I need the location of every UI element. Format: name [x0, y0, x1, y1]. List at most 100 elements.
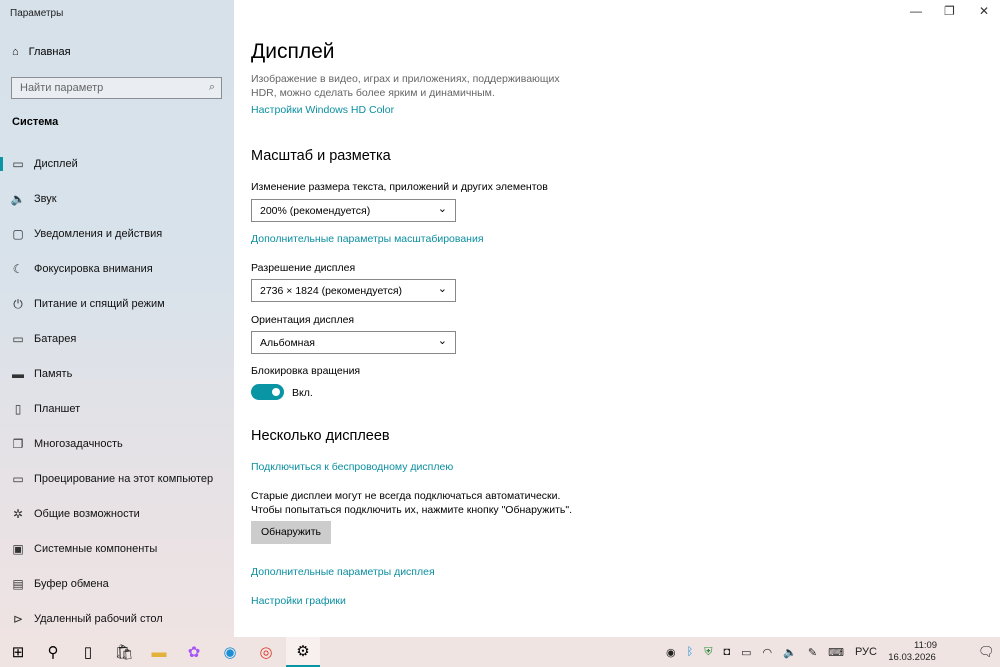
sidebar-item-label: Память: [34, 368, 73, 380]
search-placeholder: Найти параметр: [20, 82, 104, 94]
sidebar-item[interactable]: ▭ Проецирование на этот компьютер: [0, 464, 234, 494]
settings-gear-icon[interactable]: ⚙: [286, 637, 320, 667]
sidebar-item[interactable]: ▭ Дисплей: [0, 149, 234, 179]
sidebar-item-label: Уведомления и действия: [34, 228, 163, 240]
store-icon[interactable]: 🛍: [107, 637, 141, 667]
close-button[interactable]: ✕: [979, 4, 989, 18]
record-icon[interactable]: ◉: [666, 646, 676, 659]
minimize-button[interactable]: —: [910, 4, 922, 18]
multi-display-heading: Несколько дисплеев: [251, 428, 390, 444]
sidebar-item[interactable]: 🔈 Звук: [0, 184, 234, 214]
camera-icon[interactable]: ◘: [723, 646, 730, 658]
sidebar-item-label: Звук: [34, 193, 57, 205]
components-icon: ▣: [12, 542, 24, 556]
sidebar: Параметры ⌂ Главная Найти параметр ⌕ Систе…: [0, 0, 234, 637]
sidebar-item-label: Удаленный рабочий стол: [34, 613, 163, 625]
orientation-value: Альбомная: [260, 337, 315, 349]
scale-dropdown[interactable]: 200% (рекомендуется) ⌄: [251, 199, 456, 222]
file-explorer-icon[interactable]: ▬: [142, 637, 176, 667]
security-shield-icon[interactable]: ⛨: [704, 646, 712, 659]
search-icon: ⌕: [208, 81, 215, 93]
window-title: Параметры: [10, 8, 64, 19]
scale-advanced-link[interactable]: Дополнительные параметры масштабирования: [251, 233, 484, 245]
resolution-dropdown[interactable]: 2736 × 1824 (рекомендуется) ⌄: [251, 279, 456, 302]
sidebar-item[interactable]: ✲ Общие возможности: [0, 499, 234, 529]
remote-icon: ⊳: [12, 612, 24, 626]
detect-button[interactable]: Обнаружить: [251, 521, 331, 544]
wifi-icon[interactable]: ◠: [763, 646, 773, 659]
sidebar-item-label: Питание и спящий режим: [34, 298, 165, 310]
copilot-icon[interactable]: ✿: [177, 637, 211, 667]
sidebar-item[interactable]: ⏻ Питание и спящий режим: [0, 289, 234, 319]
notification-icon: ▢: [12, 227, 24, 241]
sidebar-item[interactable]: ▣ Системные компоненты: [0, 534, 234, 564]
speaker-icon: 🔈: [10, 192, 26, 206]
graphics-settings-link[interactable]: Настройки графики: [251, 595, 346, 607]
main-content: — ❐ ✕ Дисплей Изображение в видео, играх…: [234, 0, 1000, 637]
sidebar-item-label: Дисплей: [34, 158, 78, 170]
clipboard-icon: ▤: [12, 577, 24, 591]
orientation-label: Ориентация дисплея: [251, 314, 355, 326]
search-icon[interactable]: ⚲: [36, 637, 70, 667]
sidebar-item[interactable]: ▢ Уведомления и действия: [0, 219, 234, 249]
volume-icon[interactable]: 🔈: [783, 646, 797, 659]
sidebar-item-label: Проецирование на этот компьютер: [34, 473, 214, 485]
hdr-desc-2: HDR, можно сделать более ярким и динамич…: [251, 87, 495, 99]
search-input[interactable]: Найти параметр ⌕: [11, 77, 222, 99]
hdr-desc-1: Изображение в видео, играх и приложениях…: [251, 73, 560, 85]
sidebar-item[interactable]: ▭ Батарея: [0, 324, 234, 354]
section-title: Система: [12, 116, 59, 128]
advanced-display-link[interactable]: Дополнительные параметры дисплея: [251, 566, 435, 578]
sidebar-item[interactable]: ▬ Память: [0, 359, 234, 389]
resolution-value: 2736 × 1824 (рекомендуется): [260, 285, 403, 297]
resolution-label: Разрешение дисплея: [251, 262, 356, 274]
monitor-icon: ▭: [12, 157, 24, 171]
bluetooth-icon[interactable]: ᛒ: [687, 646, 694, 658]
sidebar-item[interactable]: ⊳ Удаленный рабочий стол: [0, 604, 234, 634]
clock-date: 16.03.2026: [888, 652, 936, 663]
sidebar-item[interactable]: ❐ Многозадачность: [0, 429, 234, 459]
wireless-display-link[interactable]: Подключиться к беспроводному дисплею: [251, 461, 453, 473]
sidebar-item-label: Фокусировка внимания: [34, 263, 153, 275]
sidebar-item-label: Общие возможности: [34, 508, 140, 520]
keyboard-icon[interactable]: ⌨: [828, 646, 844, 659]
sidebar-item-label: Буфер обмена: [34, 578, 109, 590]
rotation-lock-toggle[interactable]: [251, 384, 284, 400]
chevron-down-icon: ⌄: [437, 203, 447, 215]
page-title: Дисплей: [251, 40, 335, 63]
sidebar-item[interactable]: ▤ Буфер обмена: [0, 569, 234, 599]
orientation-dropdown[interactable]: Альбомная ⌄: [251, 331, 456, 354]
power-icon: ⏻: [13, 296, 23, 311]
tablet-icon: ▯: [14, 402, 22, 416]
clock[interactable]: 11:09 16.03.2026: [888, 637, 938, 667]
rotation-lock-state: Вкл.: [292, 387, 313, 399]
storage-icon: ▬: [12, 367, 24, 381]
restore-button[interactable]: ❐: [944, 4, 955, 18]
edge-icon[interactable]: ◉: [213, 637, 247, 667]
sidebar-home[interactable]: ⌂ Главная: [12, 46, 71, 58]
multitask-icon: ❐: [12, 437, 24, 451]
battery-icon: ▭: [12, 332, 24, 346]
old-displays-desc-2: Чтобы попытаться подключить их, нажмите …: [251, 504, 573, 516]
taskbar: ⊞ ⚲ ▯ 🛍 ▬ ✿ ◉ ◎ ⚙ ◉ ᛒ ⛨ ◘ ▭ ◠ 🔈 ✎ ⌨ РУС …: [0, 637, 1000, 667]
home-label: Главная: [28, 46, 71, 58]
start-windows-icon[interactable]: ⊞: [1, 637, 35, 667]
sidebar-item-label: Системные компоненты: [34, 543, 158, 555]
sidebar-item[interactable]: ▯ Планшет: [0, 394, 234, 424]
chrome-icon[interactable]: ◎: [249, 637, 283, 667]
battery-icon[interactable]: ▭: [741, 646, 751, 659]
task-view-icon[interactable]: ▯: [71, 637, 105, 667]
pen-icon[interactable]: ✎: [808, 646, 817, 659]
old-displays-desc-1: Старые дисплеи могут не всегда подключат…: [251, 490, 561, 502]
clock-time: 11:09: [914, 640, 938, 651]
chevron-down-icon: ⌄: [437, 283, 447, 295]
sidebar-item-label: Планшет: [34, 403, 81, 415]
scale-heading: Масштаб и разметка: [251, 148, 391, 164]
notifications-icon[interactable]: 🗨: [978, 637, 995, 667]
hdr-color-link[interactable]: Настройки Windows HD Color: [251, 104, 394, 116]
sidebar-item-label: Многозадачность: [34, 438, 123, 450]
sidebar-item[interactable]: ☾ Фокусировка внимания: [0, 254, 234, 284]
language-indicator[interactable]: РУС: [855, 646, 877, 658]
project-icon: ▭: [12, 472, 24, 486]
home-icon: ⌂: [12, 46, 19, 58]
